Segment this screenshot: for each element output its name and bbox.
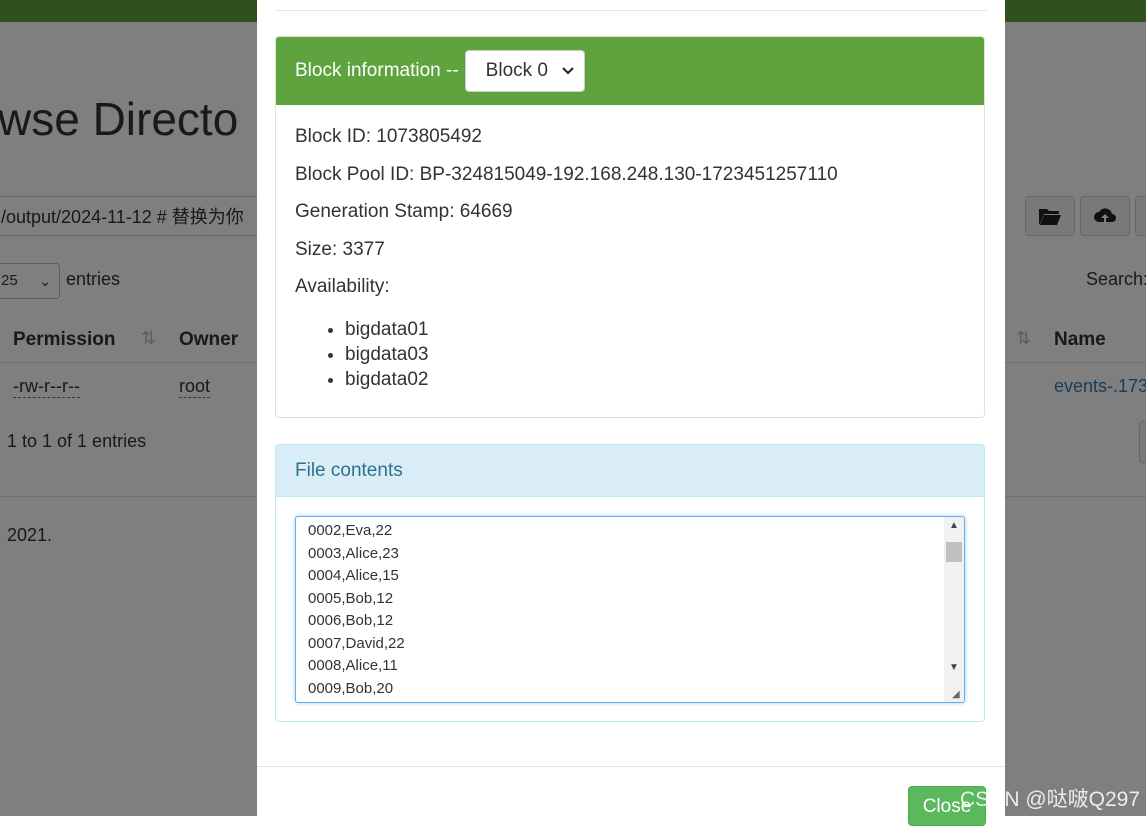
block-panel-heading: Block information -- Block 0 <box>276 37 984 105</box>
content-line: 0004,Alice,15 <box>308 567 399 584</box>
list-item: bigdata01 <box>345 317 965 342</box>
resize-handle-icon[interactable]: ◢ <box>952 690 962 700</box>
list-item: bigdata03 <box>345 342 965 367</box>
block-panel-body: Block ID: 1073805492 Block Pool ID: BP-3… <box>276 105 984 410</box>
block-pool-id: Block Pool ID: BP-324815049-192.168.248.… <box>295 163 838 185</box>
availability-list: bigdata01 bigdata03 bigdata02 <box>295 317 965 392</box>
content-line: 0007,David,22 <box>308 634 405 652</box>
content-line: 0008,Alice,11 <box>308 657 398 674</box>
file-info-modal: Block information -- Block 0 Block ID: 1… <box>257 0 1005 826</box>
block-panel-title: Block information -- <box>295 60 459 81</box>
modal-header-divider <box>275 10 987 11</box>
file-contents-lines: 0002,Eva,22 0003,Alice,23 0004,Alice,15 … <box>308 520 405 700</box>
file-contents-title: File contents <box>276 445 984 497</box>
watermark: CSDN @哒啵Q297 <box>960 788 1141 811</box>
textarea-scrollbar[interactable]: ▲ ▼ <box>944 517 964 702</box>
content-line: 0006,Bob,12 <box>308 612 394 629</box>
file-contents-textarea[interactable]: 0002,Eva,22 0003,Alice,23 0004,Alice,15 … <box>295 516 965 703</box>
availability-label: Availability: <box>295 276 390 297</box>
block-select-value: Block 0 <box>485 60 548 81</box>
content-line: 0002,Eva,22 <box>308 522 393 539</box>
modal-footer-divider <box>257 766 1005 767</box>
generation-stamp: Generation Stamp: 64669 <box>295 201 513 222</box>
scrollbar-thumb[interactable] <box>946 542 962 562</box>
block-id: Block ID: 1073805492 <box>295 126 482 147</box>
scroll-down-icon[interactable]: ▼ <box>949 662 959 673</box>
block-size: Size: 3377 <box>295 238 385 260</box>
content-line: 0009,Bob,20 <box>308 679 394 697</box>
chevron-down-icon <box>561 67 574 75</box>
file-contents-panel: File contents 0002,Eva,22 0003,Alice,23 … <box>275 444 985 722</box>
block-information-panel: Block information -- Block 0 Block ID: 1… <box>275 36 985 418</box>
list-item: bigdata02 <box>345 367 965 392</box>
content-line: 0003,Alice,23 <box>308 544 399 562</box>
scroll-up-icon[interactable]: ▲ <box>949 520 959 531</box>
content-line: 0005,Bob,12 <box>308 589 394 607</box>
block-select[interactable]: Block 0 <box>464 50 585 92</box>
